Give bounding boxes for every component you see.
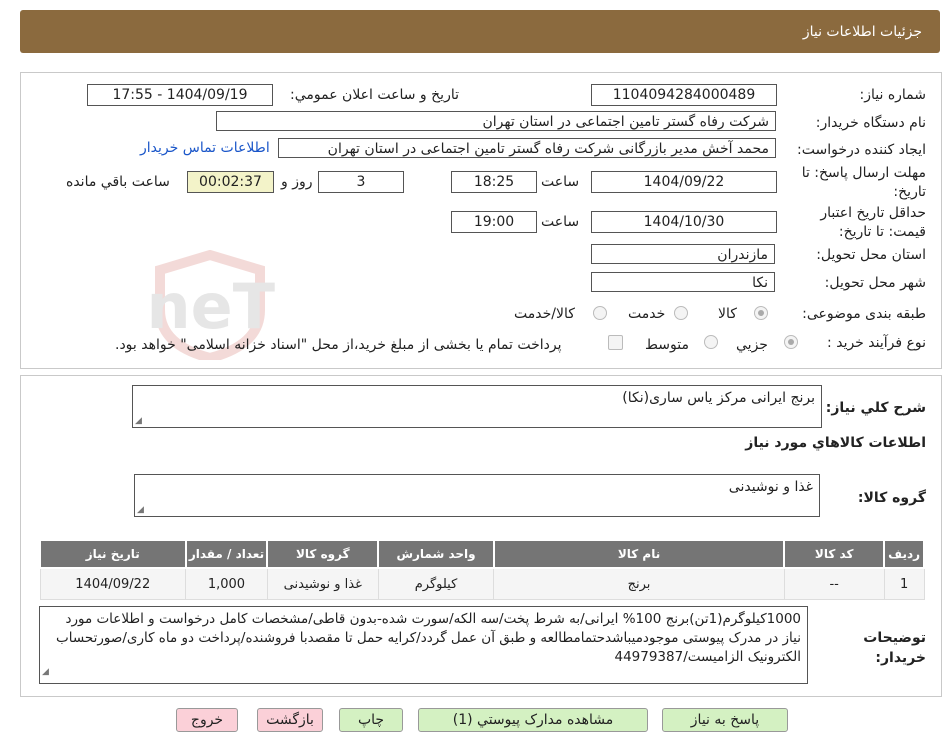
validity-time-field: 19:00 [451, 211, 537, 233]
buyer-org-field: شرکت رفاه گستر تامین اجتماعی در استان ته… [216, 111, 776, 131]
col-quantity: تعداد / مقدار [184, 539, 269, 569]
requester-label: ایجاد کننده درخواست: [797, 142, 926, 158]
process-option-medium: متوسط [645, 337, 689, 353]
city-label: شهر محل تحویل: [824, 275, 926, 291]
goods-group-textarea[interactable]: غذا و نوشیدنی ◢ [134, 474, 820, 517]
category-radio-goods-service[interactable] [593, 306, 607, 320]
hours-remaining-label: ساعت باقي مانده [66, 174, 170, 190]
days-remaining-field: 3 [318, 171, 404, 193]
general-desc-label: شرح کلي نیاز: [825, 400, 926, 416]
col-date: تاریخ نیاز [39, 539, 187, 569]
requester-field: محمد آخش مدیر بازرگانی شرکت رفاه گستر تا… [278, 138, 776, 158]
province-field: مازندران [591, 244, 775, 264]
cell-quantity: 1,000 [185, 567, 268, 600]
deadline-date-field: 1404/09/22 [591, 171, 777, 193]
process-radio-minor[interactable] [784, 335, 798, 349]
general-desc-text: برنج ایرانی مرکز یاس ساری(نکا) [622, 390, 815, 406]
validity-time-label: ساعت [541, 214, 580, 230]
svg-text:AriaTender.neT: AriaTender.neT [150, 270, 275, 343]
resize-grip-icon[interactable]: ◢ [137, 505, 144, 515]
col-name: نام کالا [492, 539, 786, 569]
payment-note: پرداخت تمام یا بخشی از مبلغ خرید،از محل … [115, 337, 562, 353]
print-button[interactable]: چاپ [339, 708, 403, 732]
buyer-notes-text: 1000کیلوگرم(1تن)برنج 100% ایرانی/به شرط … [56, 611, 801, 665]
table-row: 1 -- برنج کیلوگرم غذا و نوشیدنی 1,000 14… [39, 567, 925, 600]
col-unit: واحد شمارش [377, 539, 495, 569]
category-label: طبقه بندی موضوعی: [802, 306, 926, 322]
process-type-label: نوع فرآیند خرید : [827, 335, 926, 351]
page-header: جزئیات اطلاعات نیاز [20, 10, 940, 53]
cell-code: -- [783, 567, 885, 600]
cell-name: برنج [493, 567, 785, 600]
city-field: نکا [591, 272, 775, 292]
cell-date: 1404/09/22 [39, 567, 187, 600]
process-option-minor: جزیي [736, 337, 768, 353]
buyer-notes-label: توضیحات خریدار: [863, 630, 926, 666]
need-number-label: شماره نیاز: [859, 87, 927, 103]
deadline-time-field: 18:25 [451, 171, 537, 193]
category-option-goods: کالا [718, 306, 737, 322]
goods-section-title: اطلاعات کالاهاي مورد نیاز [745, 435, 926, 451]
validity-date-field: 1404/10/30 [591, 211, 777, 233]
day-and-label: روز و [281, 174, 313, 190]
validity-label: حداقل تاریخ اعتبار قیمت: تا تاریخ: [820, 205, 926, 240]
announce-datetime-field: 1404/09/19 - 17:55 [87, 84, 273, 106]
category-option-goods-service: کالا/خدمت [514, 306, 575, 322]
need-number-field: 1104094284000489 [591, 84, 777, 106]
resize-grip-icon[interactable]: ◢ [42, 663, 49, 682]
view-attachments-button[interactable]: مشاهده مدارک پیوستي (1) [418, 708, 648, 732]
page-title: جزئیات اطلاعات نیاز [802, 24, 922, 40]
treasury-checkbox[interactable] [608, 335, 623, 350]
goods-group-label: گروه کالا: [857, 490, 926, 506]
col-row: ردیف [883, 539, 925, 569]
category-radio-service[interactable] [674, 306, 688, 320]
general-desc-textarea[interactable]: برنج ایرانی مرکز یاس ساری(نکا) ◢ [132, 385, 822, 428]
category-radio-goods[interactable] [754, 306, 768, 320]
announce-datetime-label: تاریخ و ساعت اعلان عمومي: [290, 87, 459, 103]
resize-grip-icon[interactable]: ◢ [135, 416, 142, 426]
goods-group-text: غذا و نوشیدنی [728, 479, 813, 495]
cell-unit: کیلوگرم [377, 567, 495, 600]
reply-to-need-button[interactable]: پاسخ به نیاز [662, 708, 788, 732]
buyer-org-label: نام دستگاه خريدار: [815, 115, 926, 131]
col-code: کد کالا [783, 539, 886, 569]
exit-button[interactable]: خروج [176, 708, 238, 732]
province-label: استان محل تحویل: [816, 247, 926, 263]
countdown-timer: 00:02:37 [187, 171, 274, 193]
category-option-service: خدمت [628, 306, 666, 322]
table-header-row: ردیف کد کالا نام کالا واحد شمارش گروه کا… [39, 539, 925, 569]
col-group: گروه کالا [266, 539, 380, 569]
buyer-contact-link[interactable]: اطلاعات تماس خریدار [140, 140, 270, 156]
back-button[interactable]: بازگشت [257, 708, 323, 732]
items-table: ردیف کد کالا نام کالا واحد شمارش گروه کا… [39, 539, 925, 600]
cell-group: غذا و نوشیدنی [266, 567, 379, 600]
buyer-notes-textarea[interactable]: 1000کیلوگرم(1تن)برنج 100% ایرانی/به شرط … [39, 606, 808, 684]
cell-row: 1 [883, 567, 925, 600]
deadline-label: مهلت ارسال پاسخ: تا تاریخ: [801, 165, 926, 200]
process-radio-medium[interactable] [704, 335, 718, 349]
deadline-time-label: ساعت [541, 174, 580, 190]
